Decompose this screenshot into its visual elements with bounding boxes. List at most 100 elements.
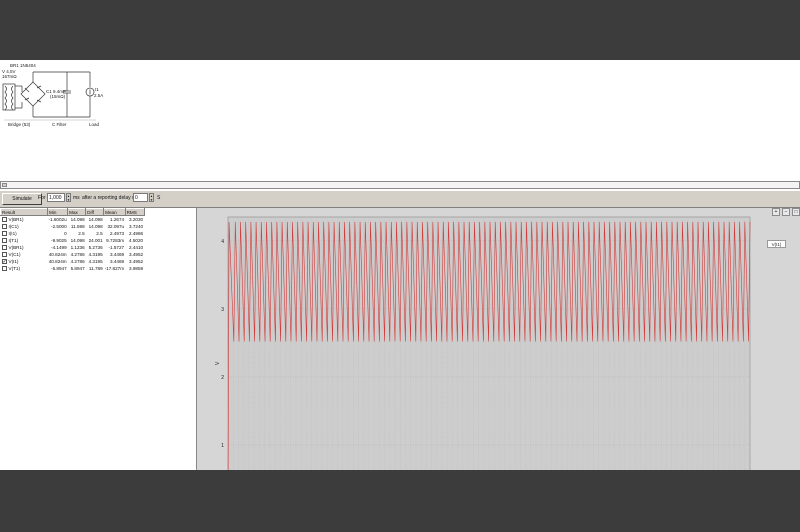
result-diff-cell: 5.2736 bbox=[88, 245, 103, 250]
results-table: Result Min Max Diff Mean RMS V(BR1) -1.60… bbox=[0, 208, 145, 272]
result-min-cell: -9.9025 bbox=[51, 238, 67, 243]
load-current-label: 2.5A bbox=[94, 93, 103, 98]
result-name: I(C1) bbox=[8, 223, 19, 229]
result-diff-cell: 4.3195 bbox=[88, 259, 103, 264]
results-panel: Result Min Max Diff Mean RMS V(BR1) -1.60… bbox=[0, 208, 197, 470]
result-name-cell: I(I1) bbox=[1, 230, 48, 237]
result-row[interactable]: V(C1) 40.824m 4.2786 4.3195 3.4469 3.4952 bbox=[1, 251, 145, 258]
result-rms-cell: 3.4952 bbox=[129, 252, 144, 257]
bridge-label: BR1 1N5404 bbox=[10, 63, 36, 68]
result-name: I(I1) bbox=[8, 230, 17, 236]
result-diff-cell: 4.3195 bbox=[88, 252, 103, 257]
source-resistance-label: 167mΩ bbox=[2, 74, 17, 79]
result-max-cell: 2.5 bbox=[78, 231, 85, 236]
delay-input[interactable]: 0 bbox=[133, 193, 148, 202]
result-name: V(T1) bbox=[8, 265, 20, 271]
for-label: For bbox=[38, 195, 46, 201]
result-rms-cell: 2.4986 bbox=[129, 231, 144, 236]
result-min-cell: 40.824m bbox=[48, 259, 67, 264]
caption-filter: C Filter bbox=[52, 122, 67, 127]
col-result[interactable]: Result bbox=[0, 208, 48, 216]
result-max-cell: 1.1236 bbox=[70, 245, 85, 250]
zoom-out-icon[interactable]: − bbox=[782, 208, 790, 216]
result-name-cell: I(C1) bbox=[1, 223, 48, 230]
result-min-cell: 40.824m bbox=[48, 252, 67, 257]
chart-legend[interactable]: V(I1) bbox=[767, 240, 786, 248]
transformer-symbol[interactable] bbox=[2, 83, 16, 111]
result-checkbox[interactable] bbox=[1, 252, 7, 258]
result-checkbox[interactable] bbox=[1, 266, 7, 272]
result-mean-cell: 3.4469 bbox=[110, 259, 125, 264]
result-row[interactable]: ✓ V(I1) 40.824m 4.2786 4.3195 3.4469 3.4952 bbox=[1, 258, 145, 265]
result-min-cell: -5.8947 bbox=[51, 266, 67, 271]
chart-pane: 01234V0001020304050607080910111213141516… bbox=[197, 208, 800, 470]
result-checkbox[interactable]: ✓ bbox=[1, 259, 7, 265]
delay-spinner[interactable]: ▲ ▼ bbox=[149, 193, 154, 202]
result-checkbox[interactable] bbox=[1, 217, 7, 223]
result-mean-cell: -1.5727 bbox=[108, 245, 125, 250]
circuit-schematic: BR1 1N5404 V 4.5V 167mΩ C1 9.4mF (15mΩ) … bbox=[0, 60, 800, 178]
result-min-cell: 0 bbox=[64, 231, 67, 236]
result-row[interactable]: V(BR1) -4.1499 1.1236 5.2736 -1.5727 2.4410 bbox=[1, 244, 145, 251]
load-name-label: I1 bbox=[95, 87, 99, 92]
col-min[interactable]: Min bbox=[46, 208, 69, 216]
result-name-cell: I(T1) bbox=[1, 237, 48, 244]
duration-input[interactable]: 1,000 bbox=[47, 193, 65, 202]
result-rms-cell: 3.2030 bbox=[129, 217, 144, 222]
col-mean[interactable]: Mean bbox=[103, 208, 126, 216]
result-max-cell: 4.2786 bbox=[70, 259, 85, 264]
result-name-cell: V(C1) bbox=[1, 251, 48, 258]
result-row[interactable]: V(T1) -5.8947 5.8947 11.789 -17.827m 3.9859 bbox=[1, 265, 145, 272]
result-name: I(T1) bbox=[8, 237, 19, 243]
capacitor-esr-label: (15mΩ) bbox=[50, 94, 66, 99]
y-tick-label: 2 bbox=[221, 375, 224, 381]
result-row[interactable]: V(BR1) -1.6002u 14.098 14.098 1.2674 3.2030 bbox=[1, 216, 145, 224]
result-rms-cell: 2.4410 bbox=[129, 245, 144, 250]
col-rms[interactable]: RMS bbox=[124, 208, 145, 216]
bridge-rectifier-symbol[interactable] bbox=[20, 81, 46, 107]
result-name: V(I1) bbox=[8, 258, 19, 264]
result-checkbox[interactable] bbox=[1, 238, 7, 244]
app-window: BR1 1N5404 V 4.5V 167mΩ C1 9.4mF (15mΩ) … bbox=[0, 60, 800, 470]
caption-load: Load bbox=[89, 122, 100, 127]
horizontal-scrollbar[interactable] bbox=[0, 181, 800, 189]
result-mean-cell: 32.097u bbox=[107, 224, 125, 229]
result-mean-cell: 9.7283m bbox=[106, 238, 125, 243]
y-axis-label: V bbox=[215, 361, 221, 365]
result-row[interactable]: I(C1) -2.5000 11.598 14.098 32.097u 3.7240 bbox=[1, 223, 145, 230]
result-name-cell: V(BR1) bbox=[1, 216, 48, 224]
delay-label: after a reporting delay of bbox=[82, 195, 137, 201]
result-max-cell: 14.098 bbox=[70, 217, 85, 222]
caption-bridge: Bridge (53) bbox=[8, 122, 31, 127]
result-mean-cell: 1.2674 bbox=[110, 217, 125, 222]
simulate-button[interactable]: Simulate bbox=[2, 193, 42, 205]
result-max-cell: 11.598 bbox=[70, 224, 85, 229]
y-tick-label: 3 bbox=[221, 307, 224, 313]
zoom-fit-icon[interactable]: □ bbox=[792, 208, 800, 216]
result-diff-cell: 14.098 bbox=[88, 217, 103, 222]
result-checkbox[interactable] bbox=[1, 245, 7, 251]
result-checkbox[interactable] bbox=[1, 231, 7, 237]
col-max[interactable]: Max bbox=[67, 208, 87, 216]
result-max-cell: 5.8947 bbox=[70, 266, 85, 271]
result-name-cell: V(BR1) bbox=[1, 244, 48, 251]
result-diff-cell: 2.5 bbox=[96, 231, 103, 236]
result-rms-cell: 3.9859 bbox=[129, 266, 144, 271]
result-diff-cell: 24.001 bbox=[88, 238, 103, 243]
result-row[interactable]: I(T1) -9.9025 14.098 24.001 9.7283m 4.5020 bbox=[1, 237, 145, 244]
result-row[interactable]: I(I1) 0 2.5 2.5 2.4973 2.4986 bbox=[1, 230, 145, 237]
scrollbar-thumb[interactable] bbox=[2, 183, 7, 187]
col-diff[interactable]: Diff bbox=[85, 208, 105, 216]
result-name: V(BR1) bbox=[8, 216, 24, 222]
result-min-cell: -1.6002u bbox=[48, 217, 67, 222]
ms-label: ms bbox=[73, 195, 80, 201]
result-checkbox[interactable] bbox=[1, 224, 7, 230]
result-diff-cell: 11.789 bbox=[88, 266, 103, 271]
result-name-cell: ✓ V(I1) bbox=[1, 258, 48, 265]
result-max-cell: 14.098 bbox=[70, 238, 85, 243]
result-min-cell: -4.1499 bbox=[51, 245, 67, 250]
zoom-in-icon[interactable]: + bbox=[772, 208, 780, 216]
duration-spinner[interactable]: ▲ ▼ bbox=[66, 193, 71, 202]
result-rms-cell: 3.4952 bbox=[129, 259, 144, 264]
voltage-chart: 01234V0001020304050607080910111213141516… bbox=[215, 216, 751, 470]
